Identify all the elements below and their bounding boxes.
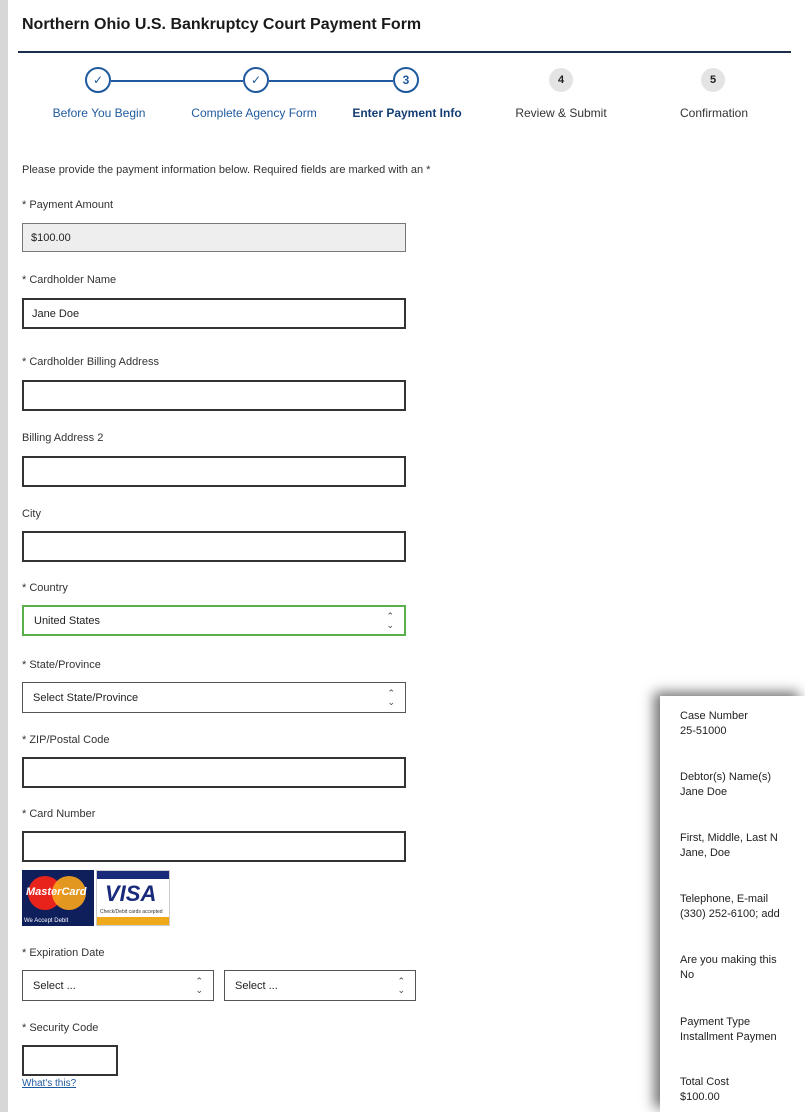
progress-stepper: ✓ ✓ 3 4 5 Before You Begin Complete Agen… [0,66,805,126]
step-5-marker: 5 [701,68,725,92]
summary-item: Telephone, E-mail (330) 252-6100; add [680,893,780,920]
summary-value: $100.00 [680,1091,720,1103]
summary-item: First, Middle, Last N Jane, Doe [680,832,778,859]
summary-value: (330) 252-6100; add [680,908,780,920]
card-number-field[interactable] [22,831,406,862]
summary-item: Payment Type Installment Paymen [680,1016,777,1043]
stepper-connector [111,80,243,82]
zip-label: * ZIP/Postal Code [22,734,110,746]
form-instructions: Please provide the payment information b… [22,164,431,176]
billing-address-2-label: Billing Address 2 [22,432,104,444]
step-3-marker: 3 [393,67,419,93]
step-3-label: Enter Payment Info [352,106,462,120]
summary-label: Debtor(s) Name(s) [680,771,772,783]
summary-label: First, Middle, Last N [680,832,778,844]
visa-subtext: Check/Debit cards accepted [100,909,163,915]
expiration-month-value: Select ... [33,979,76,992]
page-title: Northern Ohio U.S. Bankruptcy Court Paym… [22,16,422,33]
summary-label: Total Cost [680,1076,729,1088]
select-arrows-icon: ⌃ ⌄ [397,975,405,995]
mastercard-subtext: We Accept Debit [24,918,69,924]
step-2-label: Complete Agency Form [191,106,317,120]
billing-address-2-field[interactable] [22,456,406,487]
payment-amount-label: * Payment Amount [22,199,114,211]
summary-label: Case Number [680,710,748,722]
summary-item: Case Number 25-51000 [680,710,748,737]
summary-item: Total Cost $100.00 [680,1076,729,1103]
select-arrows-icon: ⌃ ⌄ [387,687,395,707]
state-select[interactable]: Select State/Province ⌃ ⌄ [22,682,406,713]
payment-amount-field[interactable] [22,223,406,252]
summary-value: Jane Doe [680,786,728,798]
expiration-year-select[interactable]: Select ... ⌃ ⌄ [224,970,416,1001]
zip-field[interactable] [22,757,406,788]
header-divider [18,51,791,53]
step-2-check-icon: ✓ [243,67,269,93]
select-arrows-icon: ⌃ ⌄ [195,975,203,995]
security-code-field[interactable] [22,1045,118,1076]
accepted-cards: MasterCard We Accept Debit VISA Check/De… [22,870,170,926]
summary-value: 25-51000 [680,725,727,737]
country-selected-value: United States [34,614,101,627]
expiration-date-label: * Expiration Date [22,947,105,959]
country-label: * Country [22,582,68,594]
select-arrows-icon: ⌃ ⌄ [386,610,394,630]
step-5-label: Confirmation [679,106,749,120]
step-4-label: Review & Submit [515,106,607,120]
security-code-label: * Security Code [22,1022,99,1034]
state-label: * State/Province [22,659,101,671]
city-label: City [22,508,41,520]
summary-value: No [680,969,695,981]
card-number-label: * Card Number [22,808,96,820]
stepper-connector [269,80,393,82]
cardholder-name-field[interactable] [22,298,406,329]
summary-value: Jane, Doe [680,847,731,859]
country-select[interactable]: United States ⌃ ⌄ [22,605,406,636]
summary-item: Are you making this No [680,954,777,981]
whats-this-link[interactable]: What's this? [22,1078,76,1089]
mastercard-wordmark: MasterCard [26,886,87,898]
city-field[interactable] [22,531,406,562]
step-4-marker: 4 [549,68,573,92]
mastercard-logo: MasterCard We Accept Debit [22,870,94,926]
expiration-year-value: Select ... [235,979,278,992]
summary-item: Debtor(s) Name(s) Jane Doe [680,771,771,798]
payment-summary-panel: Case Number 25-51000 Debtor(s) Name(s) J… [660,696,805,1112]
cardholder-name-label: * Cardholder Name [22,274,117,286]
step-1-check-icon: ✓ [85,67,111,93]
expiration-month-select[interactable]: Select ... ⌃ ⌄ [22,970,214,1001]
summary-label: Are you making this [680,954,777,966]
billing-address-field[interactable] [22,380,406,411]
state-selected-value: Select State/Province [33,691,139,704]
visa-wordmark: VISA [105,881,157,906]
step-1-label: Before You Begin [52,106,146,120]
summary-label: Telephone, E-mail [680,893,769,905]
billing-address-label: * Cardholder Billing Address [22,356,159,368]
summary-label: Payment Type [680,1016,751,1028]
visa-logo: VISA Check/Debit cards accepted [96,870,170,926]
summary-value: Installment Paymen [680,1031,777,1043]
